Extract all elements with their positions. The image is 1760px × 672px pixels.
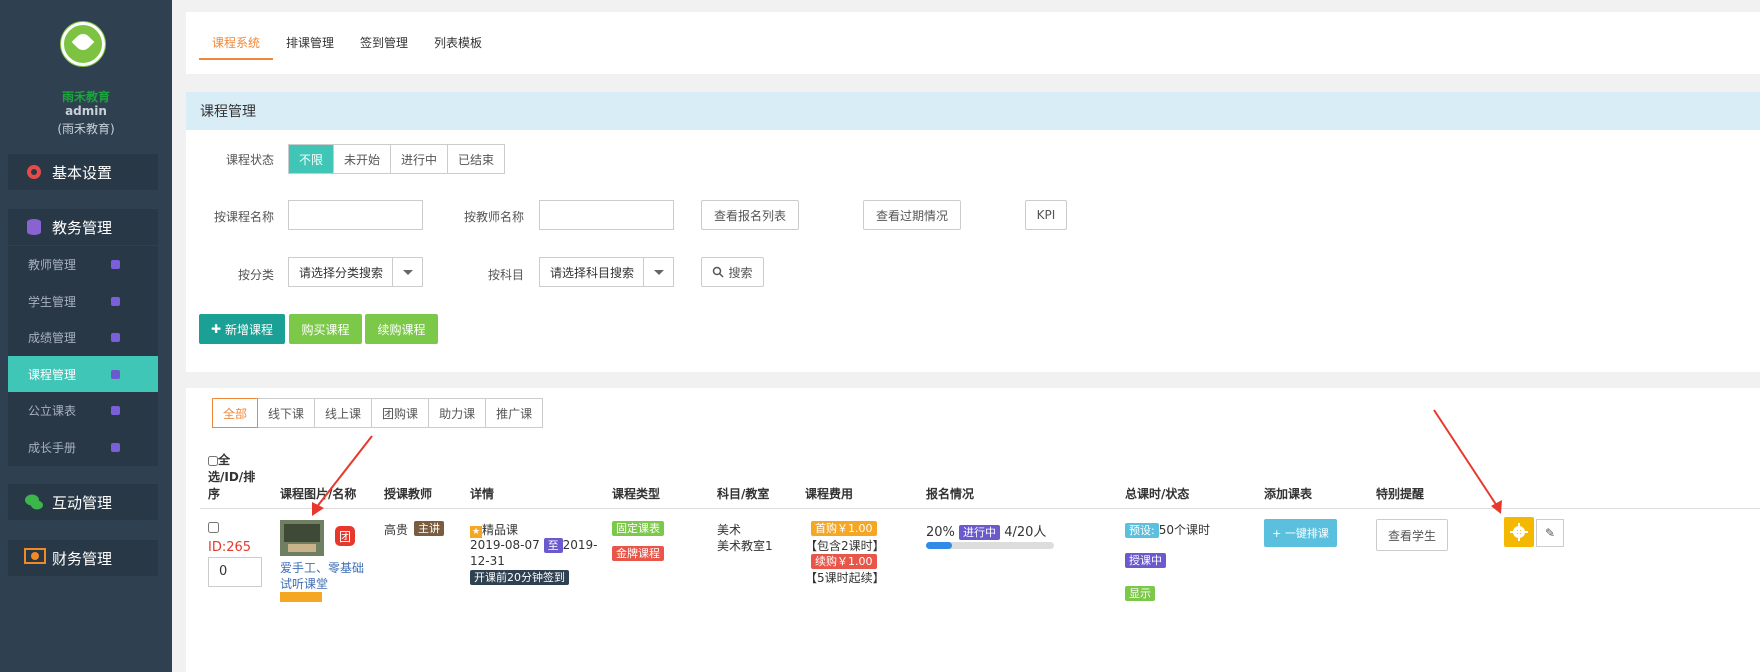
arrowhead-settings xyxy=(1491,500,1502,514)
arrow-to-thumbnail xyxy=(315,435,373,509)
arrow-to-settings xyxy=(1433,409,1498,507)
annotation-arrows xyxy=(312,409,1502,516)
